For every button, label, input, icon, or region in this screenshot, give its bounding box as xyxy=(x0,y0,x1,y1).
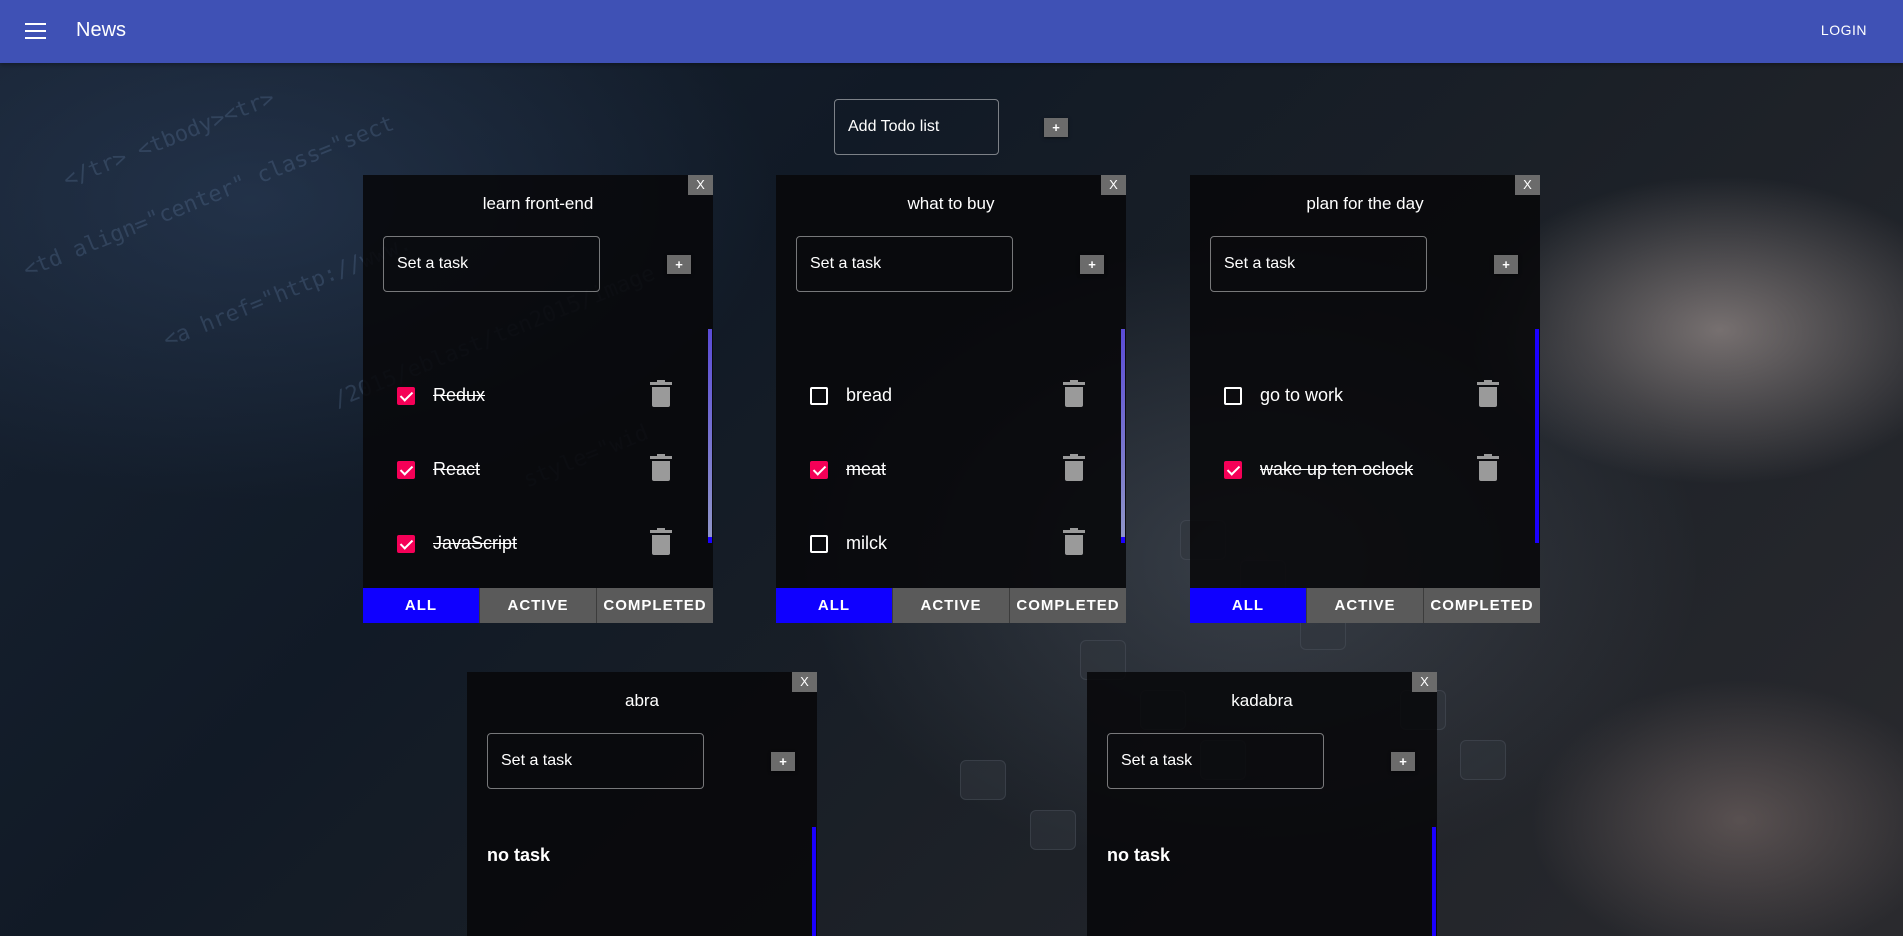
task-label: go to work xyxy=(1260,385,1344,405)
todo-list-card: X learn front-end Set a task + Redux Rea… xyxy=(363,175,713,623)
task-checkbox[interactable] xyxy=(397,461,415,479)
task-input-placeholder: Set a task xyxy=(810,255,882,272)
list-item: meat xyxy=(810,454,1085,484)
filter-bar: ALL ACTIVE COMPLETED xyxy=(776,588,1126,623)
trash-icon[interactable] xyxy=(1477,380,1499,408)
task-input[interactable]: Set a task xyxy=(383,236,600,292)
task-input[interactable]: Set a task xyxy=(487,733,704,789)
trash-icon[interactable] xyxy=(650,528,672,556)
filter-all-button[interactable]: ALL xyxy=(1190,588,1307,623)
add-task-button[interactable]: + xyxy=(1494,255,1518,274)
list-item: milck xyxy=(810,528,1085,558)
task-label: Redux xyxy=(433,385,486,405)
add-todo-list-input[interactable]: Add Todo list xyxy=(834,99,999,155)
empty-state-text: no task xyxy=(487,845,551,865)
filter-active-button[interactable]: ACTIVE xyxy=(1307,588,1424,623)
list-item: bread xyxy=(810,380,1085,410)
task-checkbox[interactable] xyxy=(397,387,415,405)
app-bar: News LOGIN xyxy=(0,0,1903,63)
filter-completed-button[interactable]: COMPLETED xyxy=(1424,588,1540,623)
trash-icon[interactable] xyxy=(1477,454,1499,482)
filter-active-button[interactable]: ACTIVE xyxy=(893,588,1010,623)
task-checkbox[interactable] xyxy=(810,461,828,479)
add-task-button[interactable]: + xyxy=(1391,752,1415,771)
add-task-button[interactable]: + xyxy=(667,255,691,274)
task-label: React xyxy=(433,459,481,479)
add-task-button[interactable]: + xyxy=(771,752,795,771)
close-list-button[interactable]: X xyxy=(688,175,713,195)
scrollbar[interactable] xyxy=(1535,329,1539,543)
filter-bar: ALL ACTIVE COMPLETED xyxy=(363,588,713,623)
task-checkbox[interactable] xyxy=(810,387,828,405)
add-todo-list-placeholder: Add Todo list xyxy=(848,118,940,135)
filter-completed-button[interactable]: COMPLETED xyxy=(1010,588,1126,623)
scrollbar[interactable] xyxy=(708,329,712,543)
todo-list-card: X abra Set a task + no task xyxy=(467,672,817,936)
trash-icon[interactable] xyxy=(1063,380,1085,408)
todo-list-card: X what to buy Set a task + bread meat mi… xyxy=(776,175,1126,623)
list-item: React xyxy=(397,454,672,484)
todo-list-card: X plan for the day Set a task + go to wo… xyxy=(1190,175,1540,623)
list-title: what to buy xyxy=(907,194,995,213)
task-label: bread xyxy=(846,385,893,405)
list-item: go to work xyxy=(1224,380,1499,410)
task-label: milck xyxy=(846,533,887,553)
list-title: learn front-end xyxy=(482,194,594,213)
task-label: wake up ten oclock xyxy=(1260,459,1414,479)
close-list-button[interactable]: X xyxy=(1515,175,1540,195)
empty-state-text: no task xyxy=(1107,845,1171,865)
menu-icon[interactable] xyxy=(25,23,46,39)
list-title: kadabra xyxy=(1231,691,1293,710)
trash-icon[interactable] xyxy=(1063,528,1085,556)
task-input-placeholder: Set a task xyxy=(501,752,573,769)
login-button[interactable]: LOGIN xyxy=(1821,22,1867,38)
trash-icon[interactable] xyxy=(650,380,672,408)
close-list-button[interactable]: X xyxy=(1101,175,1126,195)
scrollbar[interactable] xyxy=(1121,329,1125,543)
task-label: meat xyxy=(846,459,887,479)
list-item: JavaScript xyxy=(397,528,672,558)
add-task-button[interactable]: + xyxy=(1080,255,1104,274)
filter-all-button[interactable]: ALL xyxy=(363,588,480,623)
close-list-button[interactable]: X xyxy=(1412,672,1437,692)
task-checkbox[interactable] xyxy=(397,535,415,553)
filter-completed-button[interactable]: COMPLETED xyxy=(597,588,713,623)
list-title: plan for the day xyxy=(1306,194,1424,213)
trash-icon[interactable] xyxy=(1063,454,1085,482)
list-title: abra xyxy=(624,691,660,710)
todo-list-card: X kadabra Set a task + no task xyxy=(1087,672,1437,936)
task-input-placeholder: Set a task xyxy=(397,255,469,272)
task-checkbox[interactable] xyxy=(1224,387,1242,405)
task-input-placeholder: Set a task xyxy=(1121,752,1193,769)
task-input[interactable]: Set a task xyxy=(1107,733,1324,789)
add-todo-list-button[interactable]: + xyxy=(1044,118,1068,137)
list-item: wake up ten oclock xyxy=(1224,454,1499,484)
filter-all-button[interactable]: ALL xyxy=(776,588,893,623)
app-title: News xyxy=(76,19,127,41)
list-item: Redux xyxy=(397,380,672,410)
task-label: JavaScript xyxy=(433,533,518,553)
scrollbar[interactable] xyxy=(812,827,816,936)
task-input[interactable]: Set a task xyxy=(796,236,1013,292)
task-checkbox[interactable] xyxy=(1224,461,1242,479)
scrollbar[interactable] xyxy=(1432,827,1436,936)
task-checkbox[interactable] xyxy=(810,535,828,553)
close-list-button[interactable]: X xyxy=(792,672,817,692)
filter-bar: ALL ACTIVE COMPLETED xyxy=(1190,588,1540,623)
task-input[interactable]: Set a task xyxy=(1210,236,1427,292)
task-input-placeholder: Set a task xyxy=(1224,255,1296,272)
trash-icon[interactable] xyxy=(650,454,672,482)
filter-active-button[interactable]: ACTIVE xyxy=(480,588,597,623)
